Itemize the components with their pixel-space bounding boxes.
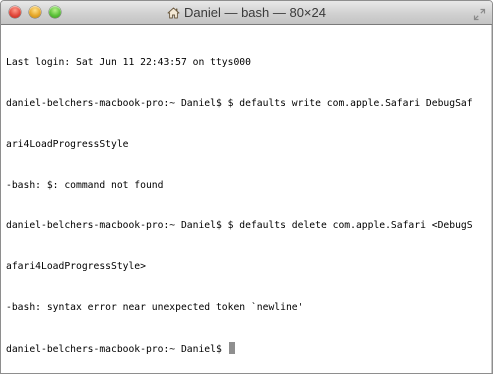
window-title: Daniel — bash — 80×24	[183, 5, 326, 20]
terminal-line: -bash: $: command not found	[6, 179, 164, 191]
terminal-line: -bash: syntax error near unexpected toke…	[6, 301, 304, 313]
terminal-output[interactable]: Last login: Sat Jun 11 22:43:57 on ttys0…	[1, 25, 492, 373]
terminal-line: daniel-belchers-macbook-pro:~ Daniel$ $ …	[6, 220, 473, 232]
terminal-line: ari4LoadProgressStyle	[6, 138, 129, 150]
window-title-container: Daniel — bash — 80×24	[1, 4, 492, 23]
terminal-prompt-line[interactable]: daniel-belchers-macbook-pro:~ Daniel$	[6, 341, 487, 356]
home-icon	[167, 6, 180, 23]
terminal-prompt: daniel-belchers-macbook-pro:~ Daniel$	[6, 343, 228, 355]
terminal-line: afari4LoadProgressStyle>	[6, 261, 146, 273]
window-edge	[491, 25, 492, 373]
terminal-line: Last login: Sat Jun 11 22:43:57 on ttys0…	[6, 57, 251, 69]
fullscreen-icon[interactable]	[473, 6, 486, 21]
text-cursor	[228, 341, 235, 354]
terminal-window: Daniel — bash — 80×24 Last login: Sat Ju…	[0, 0, 493, 374]
title-bar[interactable]: Daniel — bash — 80×24	[1, 1, 492, 25]
terminal-line: daniel-belchers-macbook-pro:~ Daniel$ $ …	[6, 97, 473, 109]
